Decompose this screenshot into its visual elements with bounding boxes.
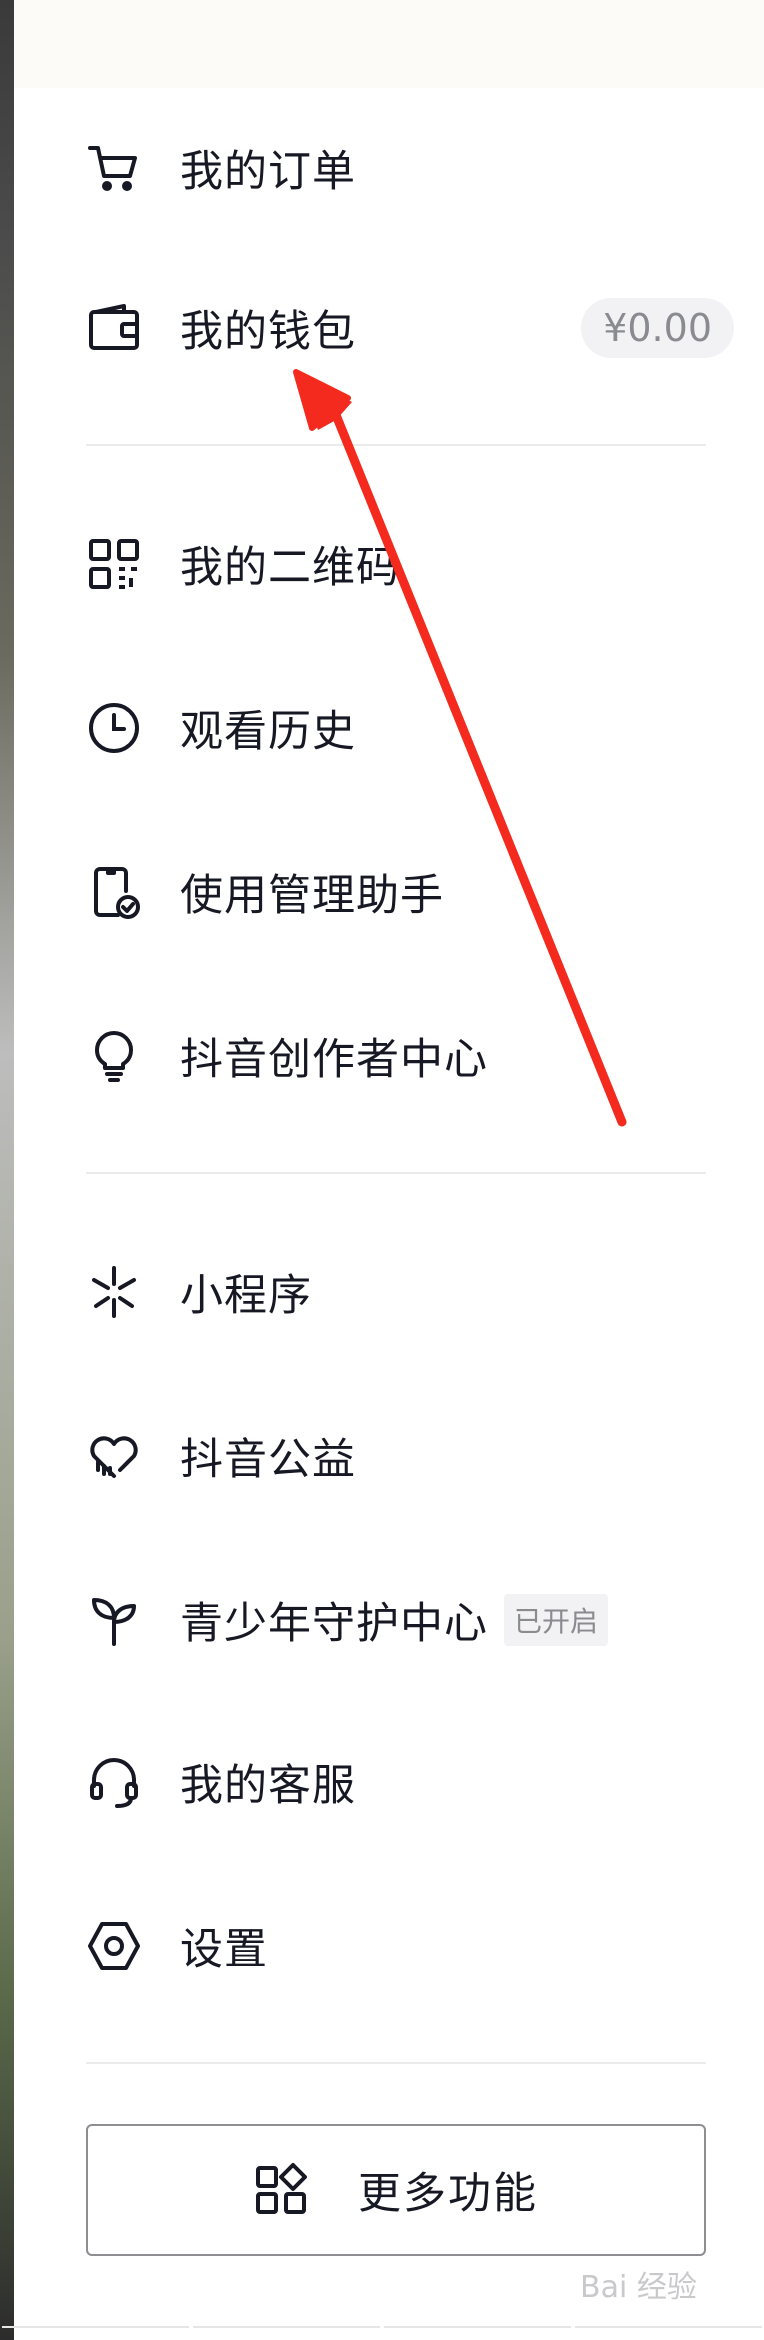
divider xyxy=(86,444,706,446)
sprout-icon xyxy=(86,1592,142,1648)
menu-item-charity[interactable]: 抖音公益 xyxy=(86,1406,726,1506)
creator-center-label: 抖音创作者中心 xyxy=(180,1035,488,1085)
settings-label: 设置 xyxy=(180,1925,268,1975)
menu-item-history[interactable]: 观看历史 xyxy=(86,678,726,778)
customer-service-label: 我的客服 xyxy=(180,1761,356,1811)
mini-program-label: 小程序 xyxy=(180,1271,312,1321)
youth-protection-label: 青少年守护中心 xyxy=(180,1599,488,1649)
youth-protection-status-badge: 已开启 xyxy=(504,1594,609,1646)
menu-item-mini-program[interactable]: 小程序 xyxy=(86,1242,726,1342)
wallet-label: 我的钱包 xyxy=(180,307,356,357)
menu-item-creator-center[interactable]: 抖音创作者中心 xyxy=(86,1006,726,1106)
side-drawer: 我的订单 我的钱包 ¥0.00 我的二维码 观看历史 使用管理助手 抖音创作者中… xyxy=(14,0,764,2340)
menu-item-phone-assistant[interactable]: 使用管理助手 xyxy=(86,842,726,942)
more-features-label: 更多功能 xyxy=(358,2169,538,2219)
clock-icon xyxy=(86,700,142,756)
more-features-button[interactable]: 更多功能 xyxy=(86,2124,706,2256)
phone-check-icon xyxy=(86,864,142,920)
phone-assistant-label: 使用管理助手 xyxy=(180,871,444,921)
headset-icon xyxy=(86,1754,142,1810)
menu-item-settings[interactable]: 设置 xyxy=(86,1896,726,1996)
watermark: Bai 经验 xyxy=(580,2270,697,2305)
charity-label: 抖音公益 xyxy=(180,1435,356,1485)
menu-item-customer-service[interactable]: 我的客服 xyxy=(86,1732,726,1832)
bottom-edge-tabs xyxy=(0,2326,764,2340)
wallet-balance-badge: ¥0.00 xyxy=(581,298,734,358)
settings-icon xyxy=(86,1918,142,1974)
menu-item-orders[interactable]: 我的订单 xyxy=(86,118,726,218)
menu-item-wallet[interactable]: 我的钱包 ¥0.00 xyxy=(86,278,734,378)
orders-label: 我的订单 xyxy=(180,147,356,197)
mini-program-icon xyxy=(86,1264,142,1320)
menu-item-qrcode[interactable]: 我的二维码 xyxy=(86,514,726,614)
menu-item-youth-protection[interactable]: 青少年守护中心 已开启 xyxy=(86,1570,726,1670)
grid-apps-icon xyxy=(256,2163,307,2214)
qrcode-label: 我的二维码 xyxy=(180,543,400,593)
divider xyxy=(86,2062,706,2064)
lightbulb-icon xyxy=(86,1028,142,1084)
divider xyxy=(86,1172,706,1174)
history-label: 观看历史 xyxy=(180,707,356,757)
cart-icon xyxy=(86,140,142,196)
drawer-top-bar xyxy=(14,0,764,88)
qrcode-icon xyxy=(86,536,142,592)
wallet-icon xyxy=(86,300,142,356)
heart-icon xyxy=(86,1428,142,1484)
